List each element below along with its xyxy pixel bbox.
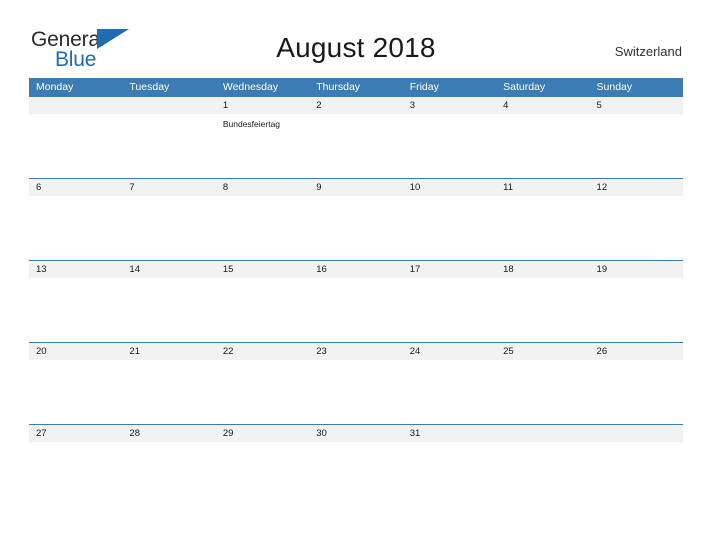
day-number: 22 [222,346,234,357]
weekday-header-friday: Friday [409,81,439,93]
day-event-label: Bundesfeiertag [222,119,281,129]
calendar-day-cell[interactable] [122,97,215,178]
calendar-week-row: 13 14 15 16 17 18 19 [29,260,683,342]
day-number: 5 [596,100,602,111]
region-label: Switzerland [614,44,682,59]
calendar-day-cell[interactable]: 14 [122,261,215,342]
calendar-day-cell[interactable]: 25 [496,343,589,424]
calendar-day-cell[interactable]: 3 [403,97,496,178]
day-number: 17 [409,264,421,275]
day-number: 13 [36,264,47,275]
calendar-day-cell[interactable]: 26 [590,343,683,424]
weekday-header-monday: Monday [36,81,74,93]
calendar-day-cell[interactable]: 6 [29,179,122,260]
day-number: 9 [316,182,322,193]
calendar-day-cell[interactable]: 15 [216,261,309,342]
calendar-day-cell[interactable]: 13 [29,261,122,342]
weekday-header-row: Monday Tuesday Wednesday Thursday Friday… [29,78,683,96]
calendar-week-row: 6 7 8 9 10 11 12 [29,178,683,260]
calendar-day-cell[interactable]: 22 [216,343,309,424]
calendar-day-cell[interactable] [496,425,589,506]
day-number: 24 [409,346,421,357]
day-number: 27 [36,428,47,439]
day-number: 31 [409,428,421,439]
calendar-day-cell[interactable]: 12 [590,179,683,260]
calendar-day-cell[interactable]: 1 Bundesfeiertag [216,97,309,178]
day-number: 8 [222,182,229,193]
calendar-week-row: 27 28 29 30 31 [29,424,683,506]
calendar-day-cell[interactable]: 5 [590,97,683,178]
calendar-day-cell[interactable]: 31 [403,425,496,506]
weekday-header-sunday: Sunday [596,81,633,93]
day-number: 15 [222,264,234,275]
day-number: 1 [222,100,229,111]
calendar-day-cell[interactable]: 20 [29,343,122,424]
calendar-day-cell[interactable] [590,425,683,506]
calendar-day-cell[interactable]: 16 [309,261,402,342]
calendar-week-row: 1 Bundesfeiertag 2 3 4 5 [29,96,683,178]
calendar-day-cell[interactable]: 27 [29,425,122,506]
day-number: 28 [129,428,140,439]
calendar-week-row: 20 21 22 23 24 25 26 [29,342,683,424]
day-number: 10 [409,182,421,193]
page-title: August 2018 [276,32,436,63]
calendar-day-cell[interactable]: 2 [309,97,402,178]
day-number: 6 [36,182,42,193]
calendar-day-cell[interactable]: 19 [590,261,683,342]
calendar-day-cell[interactable]: 28 [122,425,215,506]
calendar-day-cell[interactable]: 7 [122,179,215,260]
calendar-day-cell[interactable]: 30 [309,425,402,506]
day-number: 20 [36,346,47,357]
calendar-day-cell[interactable]: 10 [403,179,496,260]
day-number: 18 [503,264,514,275]
calendar-day-cell[interactable]: 23 [309,343,402,424]
calendar-grid: Monday Tuesday Wednesday Thursday Friday… [29,78,683,506]
calendar-day-cell[interactable]: 4 [496,97,589,178]
calendar-day-cell[interactable] [29,97,122,178]
day-number: 23 [316,346,327,357]
day-number: 19 [596,264,608,275]
day-number: 2 [316,100,322,111]
day-number: 14 [129,264,140,275]
calendar-day-cell[interactable]: 9 [309,179,402,260]
calendar-day-cell[interactable]: 8 [216,179,309,260]
weekday-header-wednesday: Wednesday [222,81,279,93]
day-number: 25 [503,346,514,357]
calendar-day-cell[interactable]: 21 [122,343,215,424]
day-number: 30 [316,428,327,439]
calendar-day-cell[interactable]: 24 [403,343,496,424]
day-number: 16 [316,264,327,275]
calendar-day-cell[interactable]: 29 [216,425,309,506]
page-header: General Blue August 2018 Switzerland [0,0,712,78]
day-number: 12 [596,182,608,193]
day-number: 7 [129,182,135,193]
weekday-header-tuesday: Tuesday [129,81,170,93]
day-number: 3 [409,100,415,111]
calendar-day-cell[interactable]: 18 [496,261,589,342]
calendar-day-cell[interactable]: 17 [403,261,496,342]
day-number: 26 [596,346,608,357]
day-number: 21 [129,346,140,357]
weekday-header-thursday: Thursday [316,81,361,93]
day-number: 11 [503,182,513,193]
day-number: 4 [503,100,509,111]
day-number: 29 [222,428,234,439]
weekday-header-saturday: Saturday [503,81,546,93]
calendar-day-cell[interactable]: 11 [496,179,589,260]
